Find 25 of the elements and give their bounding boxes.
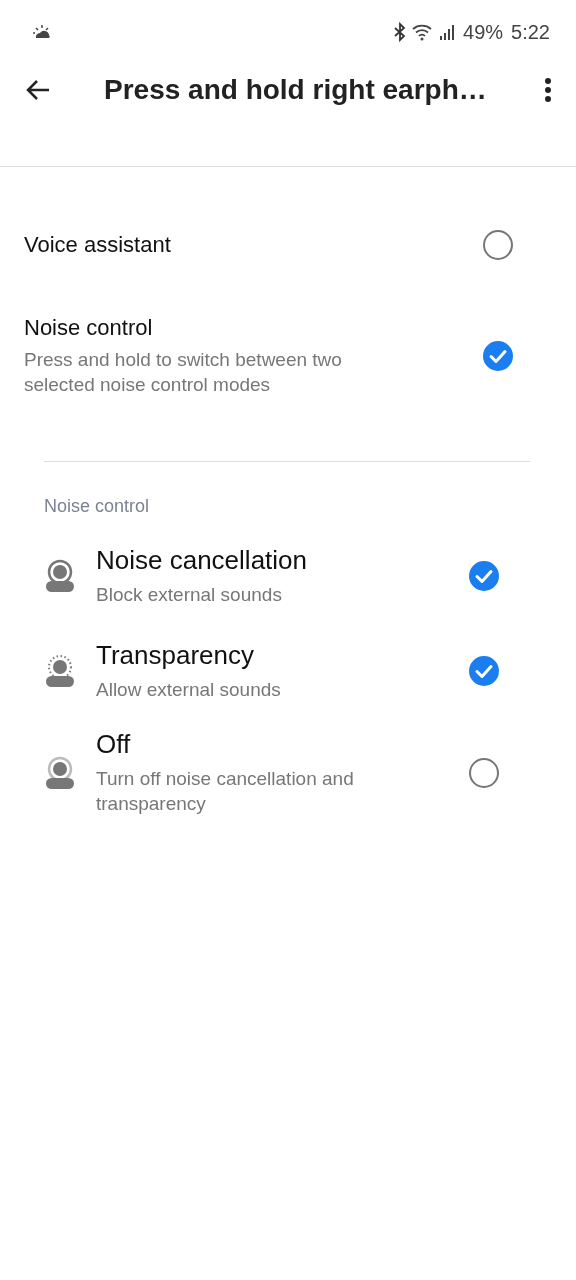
checkbox[interactable] xyxy=(468,654,500,687)
mode-description: Allow external sounds xyxy=(96,677,282,702)
mode-title: Off xyxy=(96,729,132,760)
earbud-icon xyxy=(44,558,76,593)
battery-level: 49% xyxy=(463,20,504,44)
signal-icon xyxy=(439,23,456,41)
more-icon xyxy=(544,77,552,103)
section-header: Noise control xyxy=(44,496,151,517)
earbud-icon xyxy=(44,755,76,790)
clock: 5:22 xyxy=(511,20,550,44)
option-title: Noise control xyxy=(24,315,154,341)
checkbox[interactable] xyxy=(482,229,514,261)
mode-title: Transparency xyxy=(96,639,255,671)
checkbox[interactable] xyxy=(468,756,500,789)
option-description: Press and hold to switch between two selected noise control modes xyxy=(24,348,343,397)
bluetooth-icon xyxy=(393,22,408,42)
mode-description: Block external sounds xyxy=(96,582,283,607)
mode-title: Noise cancellation xyxy=(96,544,308,576)
checkbox[interactable] xyxy=(482,340,514,372)
mode-description: Turn off noise cancellation and transparency xyxy=(96,767,355,816)
weather-icon xyxy=(32,24,52,40)
page-title: Press and hold right earph… xyxy=(104,74,488,106)
checkbox[interactable] xyxy=(468,559,500,592)
earbud-dotted-icon xyxy=(44,653,76,688)
option-title: Voice assistant xyxy=(24,232,172,258)
